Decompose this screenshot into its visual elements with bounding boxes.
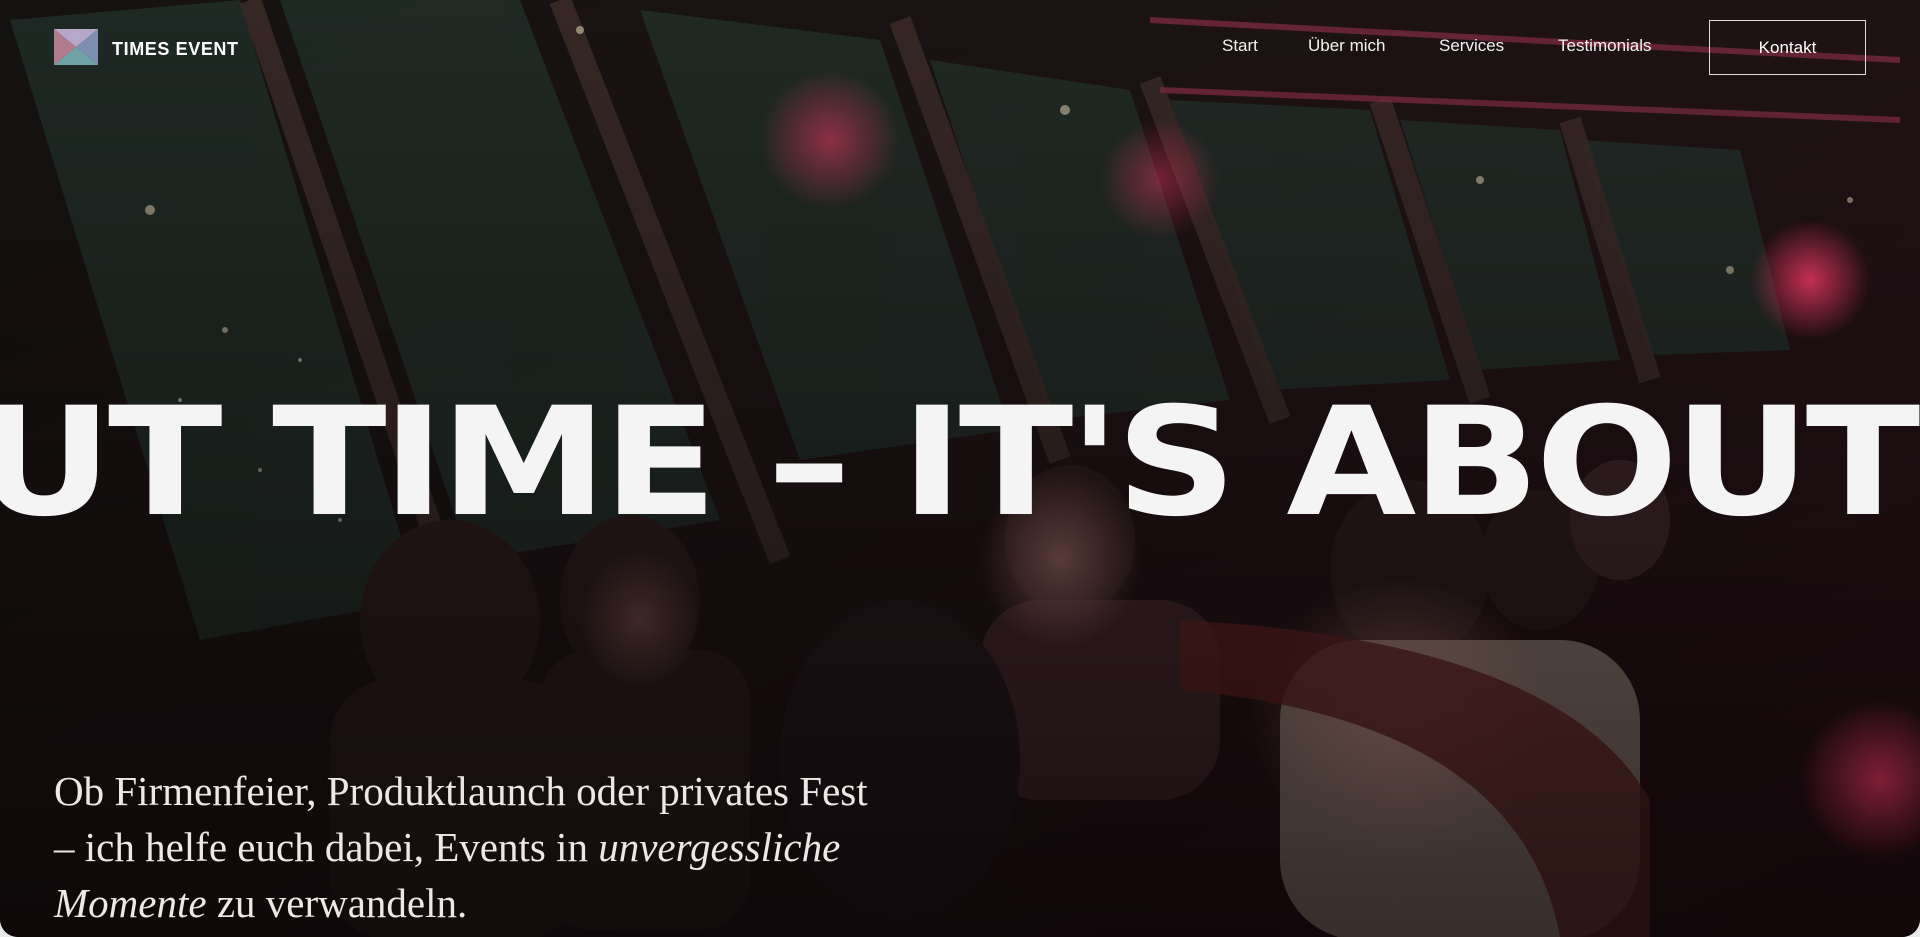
nav-services[interactable]: Services xyxy=(1439,36,1504,56)
brand[interactable]: TIMES EVENT xyxy=(54,28,239,70)
site-header: TIMES EVENT Start Über mich Services Tes… xyxy=(0,0,1920,96)
nav-testimonials[interactable]: Testimonials xyxy=(1558,36,1652,56)
tagline-text-end: zu verwandeln. xyxy=(206,880,468,926)
nav-start[interactable]: Start xyxy=(1222,36,1258,56)
hero-tagline: Ob Firmenfeier, Produktlaunch oder priva… xyxy=(54,763,874,931)
contact-button[interactable]: Kontakt xyxy=(1709,20,1866,75)
brand-name: TIMES EVENT xyxy=(112,38,239,59)
hourglass-logo-icon xyxy=(54,28,98,70)
page-frame: TIMES EVENT Start Über mich Services Tes… xyxy=(0,0,1920,937)
nav-ueber-mich[interactable]: Über mich xyxy=(1308,36,1385,56)
hero-marquee-headline: UT TIME – IT'S ABOUT xyxy=(0,376,1920,550)
